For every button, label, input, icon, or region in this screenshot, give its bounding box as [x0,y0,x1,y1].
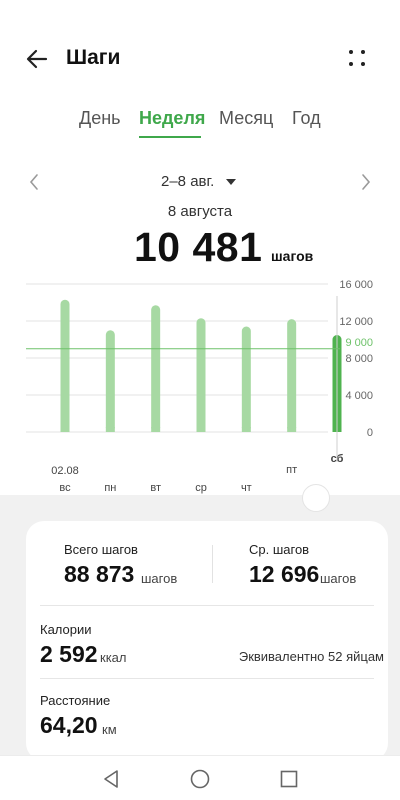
circle-home-icon [190,769,210,789]
system-home-button[interactable] [189,768,211,790]
y-tick-label: 4 000 [345,390,373,402]
period-selector: 2–8 авг. [0,170,400,194]
x-tick-label: пн [104,482,116,494]
tab-month[interactable]: Месяц [219,108,273,129]
calories-unit: ккал [100,650,127,665]
y-tick-label: 16 000 [339,279,373,291]
active-tab-indicator [139,136,201,138]
goal-label: 9 000 [345,337,373,349]
average-steps-label: Ср. шагов [249,542,310,557]
total-steps-unit: шагов [141,571,178,586]
system-recent-apps-button[interactable] [278,768,300,790]
distance-value: 64,20 [40,712,98,738]
chevron-left-icon [29,174,38,190]
tab-day[interactable]: День [79,108,121,129]
square-recent-icon [280,770,298,788]
calories-label: Калории [40,622,92,637]
weekly-steps-chart[interactable]: 04 000 8 000 12 000 16 000 вс пн вт ср чт пт сб 02.… [0,270,400,500]
back-button[interactable] [22,44,54,74]
chart-bar-base [196,427,206,432]
distance-unit: км [102,722,117,737]
four-dots-icon [349,50,353,54]
x-date-label: 02.08 [51,465,79,477]
chart-bar-base [151,427,161,432]
average-steps-value: 12 696 [249,561,320,587]
chevron-right-icon [362,174,371,190]
average-steps-unit: шагов [320,571,357,586]
steps-unit: шагов [271,248,314,264]
system-back-button[interactable] [100,768,122,790]
y-tick-label: 8 000 [345,353,373,365]
x-tick-label: вс [59,482,71,494]
stats-divider [212,545,213,583]
row-divider [40,678,374,679]
calories-equivalent: Эквивалентно 52 яйцам [238,649,384,664]
x-tick-label: ср [195,482,207,494]
chart-bar-base [105,427,115,432]
chart-bar [105,330,115,432]
selected-date: 8 августа [167,203,233,220]
x-tick-label: чт [241,482,252,494]
stats-card: Всего шагов 88 873 шагов Ср. шагов 12 69… [26,521,388,761]
x-tick-label: вт [150,482,161,494]
total-steps-label: Всего шагов [64,542,138,557]
chart-bar [60,299,70,432]
chart-bar-base [241,427,251,432]
app-header: Шаги [0,0,400,100]
chart-bar [287,319,297,432]
distance-label: Расстояние [40,693,111,708]
calories-value: 2 592 [40,641,98,667]
system-navigation-bar [0,755,400,800]
row-divider [40,605,374,606]
tab-year[interactable]: Год [292,108,321,129]
x-tick-label: пт [286,464,297,476]
triangle-back-icon [104,770,118,788]
previous-period-button[interactable] [26,172,42,192]
total-steps-value: 88 873 [64,561,135,587]
y-tick-label: 12 000 [339,316,373,328]
period-tabs: День Неделя Месяц Год [0,108,400,142]
period-dropdown[interactable]: 2–8 авг. [161,173,214,190]
chart-selection-handle[interactable] [302,484,330,512]
steps-bar-chart: 04 0008 00012 00016 000вс пн вт ср чтптсб02.… [26,279,373,494]
chart-bar [151,305,161,432]
page-title: Шаги [66,46,121,69]
more-options-button[interactable] [346,47,370,71]
chart-bar [196,318,206,432]
next-period-button[interactable] [358,172,374,192]
y-tick-label: 0 [367,427,373,439]
chart-bar [241,326,251,432]
chart-bar-base [60,427,70,432]
caret-down-icon[interactable] [226,179,236,185]
arrow-left-icon [26,49,48,69]
tab-week[interactable]: Неделя [139,108,205,129]
chart-bar-base [287,427,297,432]
steps-count: 10 481 [134,224,263,270]
